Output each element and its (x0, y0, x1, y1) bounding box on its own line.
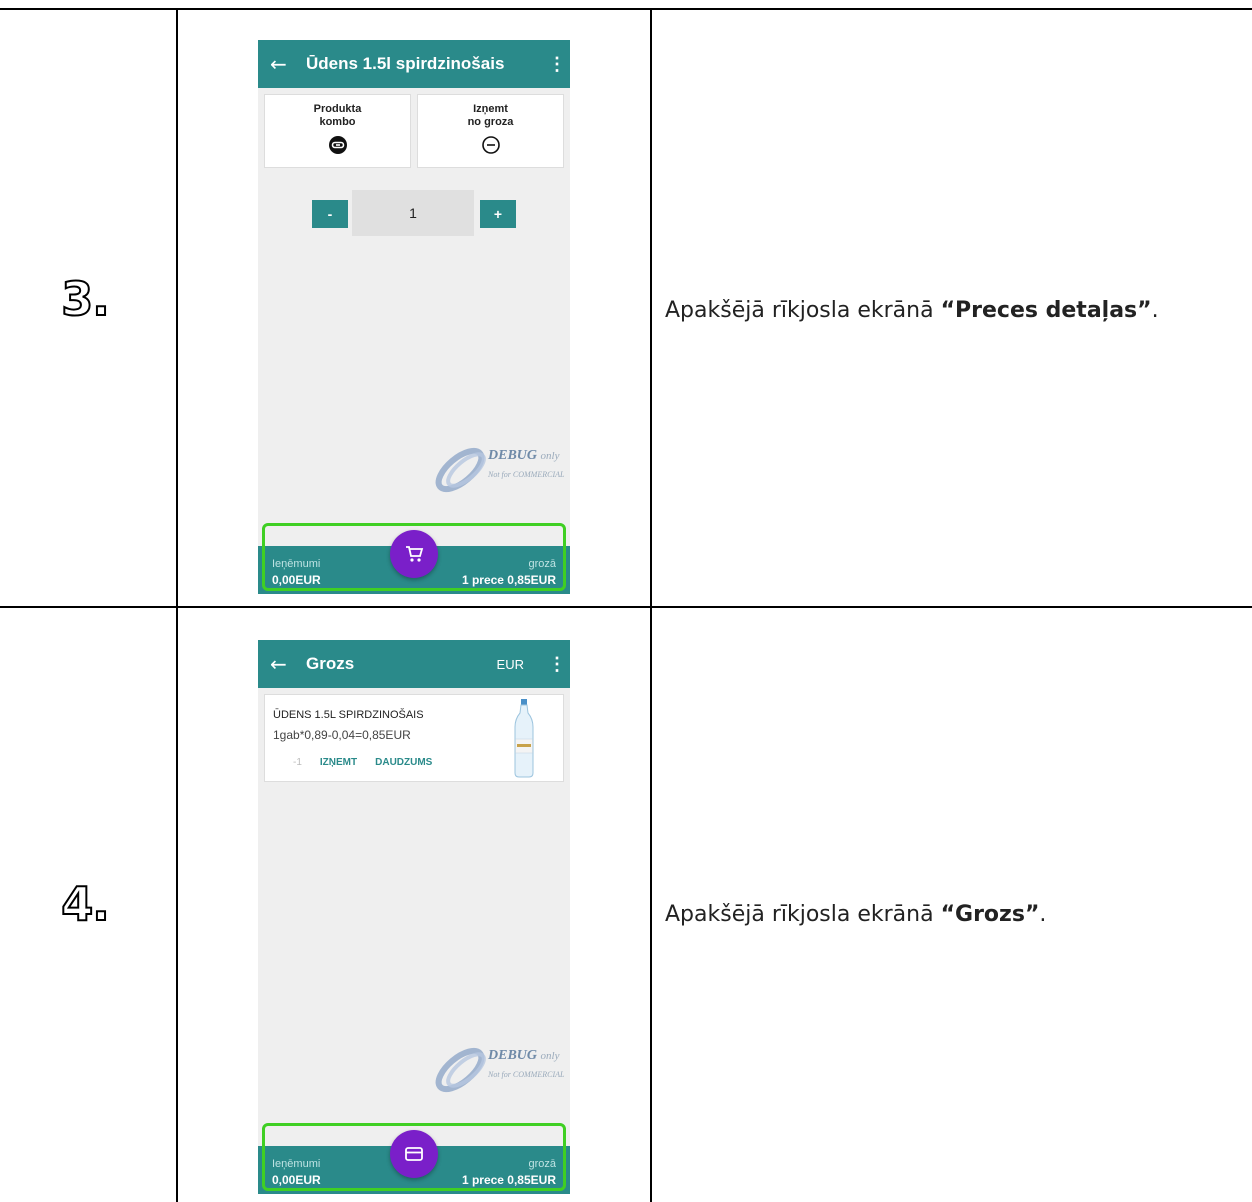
app-bar: ← Ūdens 1.5l spirdzinošais ⋮ (258, 40, 570, 88)
watermark-subtext: Not for COMMERCIAL (488, 470, 565, 479)
action-cards: Produkta kombo Izņemt no groza (258, 88, 570, 168)
link-icon (328, 136, 347, 154)
debug-watermark: DEBUG only Not for COMMERCIAL (428, 1040, 570, 1100)
step-number: 3. (60, 271, 110, 327)
minus-circle-icon (481, 136, 500, 154)
app-bar: ← Grozs EUR ⋮ (258, 640, 570, 688)
description-end: . (1151, 298, 1159, 323)
step-description: Apakšējā rīkjosla ekrānā “Grozs”. (665, 902, 1046, 927)
highlight-frame (262, 1123, 566, 1191)
highlight-frame (262, 523, 566, 591)
qty-value[interactable]: 1 (352, 190, 474, 236)
watermark-text: DEBUG only (488, 448, 559, 464)
card-label-line2: no groza (467, 116, 514, 128)
item-name: ŪDENS 1.5L SPIRDZINOŠAIS (273, 709, 424, 721)
watermark-only: only (540, 450, 560, 462)
table-border-top (0, 8, 1252, 10)
qty-plus-button[interactable]: + (480, 200, 516, 228)
page-title: Ūdens 1.5l spirdzinošais (306, 54, 505, 73)
watermark-main: DEBUG (488, 448, 538, 463)
remove-from-cart-button[interactable]: Izņemt no groza (417, 94, 564, 168)
currency-label[interactable]: EUR (497, 657, 524, 672)
card-label-line1: Produkta (313, 103, 362, 115)
more-vert-icon[interactable]: ⋮ (548, 654, 566, 675)
page-title: Grozs (306, 654, 355, 673)
description-screen-name: “Preces detaļas” (940, 298, 1152, 323)
item-quantity-button[interactable]: DAUDZUMS (375, 757, 432, 768)
watermark-subtext: Not for COMMERCIAL (488, 1070, 565, 1079)
step-description: Apakšējā rīkjosla ekrānā “Preces detaļas… (665, 298, 1159, 323)
description-end: . (1039, 902, 1047, 927)
item-price-calc: 1gab*0,89-0,04=0,85EUR (273, 728, 411, 742)
watermark-only: only (540, 1050, 560, 1062)
cart-item-card[interactable]: ŪDENS 1.5L SPIRDZINOŠAIS 1gab*0,89-0,04=… (264, 694, 564, 782)
arrow-left-icon[interactable]: ← (270, 52, 306, 76)
phone-screenshot-cart: ← Grozs EUR ⋮ ŪDENS 1.5L SPIRDZINOŠAIS 1… (258, 640, 570, 1194)
description-screen-name: “Grozs” (940, 902, 1040, 927)
debug-watermark: DEBUG only Not for COMMERCIAL (428, 440, 570, 500)
water-bottle-image (514, 699, 534, 778)
more-vert-icon[interactable]: ⋮ (548, 54, 566, 75)
qty-minus-button[interactable]: - (312, 200, 348, 228)
table-col-divider-1 (176, 8, 178, 1202)
table-col-divider-2 (650, 8, 652, 1202)
watermark-text: DEBUG only (488, 1048, 559, 1064)
product-combo-button[interactable]: Produkta kombo (264, 94, 411, 168)
item-remove-button[interactable]: IZŅEMT (320, 757, 357, 768)
quantity-stepper: - 1 + (258, 190, 570, 236)
document-table: 3. Apakšējā rīkjosla ekrānā “Preces deta… (0, 0, 1252, 1202)
watermark-main: DEBUG (488, 1048, 538, 1063)
card-label-line1: Izņemt (473, 103, 508, 115)
phone-screenshot-product-details: ← Ūdens 1.5l spirdzinošais ⋮ Produkta ko… (258, 40, 570, 594)
card-label-line2: kombo (319, 116, 356, 128)
arrow-left-icon[interactable]: ← (270, 652, 306, 676)
table-row-divider (0, 606, 1252, 608)
step-number: 4. (60, 876, 110, 932)
description-text: Apakšējā rīkjosla ekrānā (665, 902, 941, 927)
description-text: Apakšējā rīkjosla ekrānā (665, 298, 941, 323)
item-actions: -1 IZŅEMT DAUDZUMS (273, 757, 432, 768)
item-minus-button[interactable]: -1 (293, 757, 302, 768)
